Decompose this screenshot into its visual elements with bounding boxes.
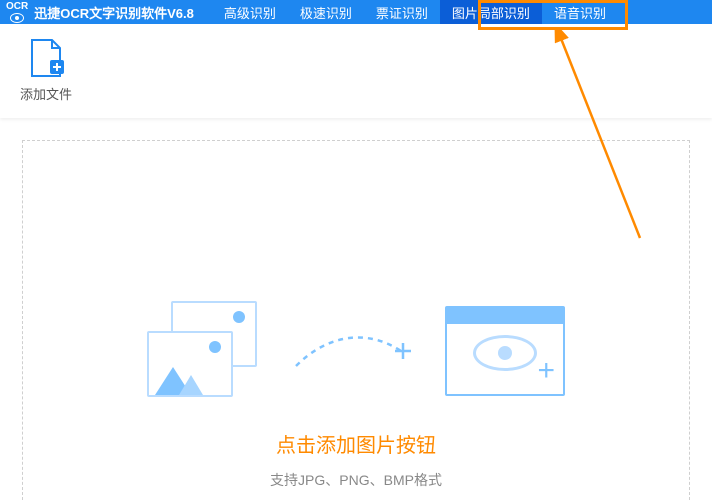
nav-item-partial-image[interactable]: 图片局部识别 bbox=[440, 0, 542, 24]
app-title: 迅捷OCR文字识别软件V6.8 bbox=[34, 3, 194, 22]
nav-item-advanced[interactable]: 高级识别 bbox=[212, 0, 288, 24]
cta-subtitle: 支持JPG、PNG、BMP格式 bbox=[270, 470, 442, 490]
drop-zone[interactable]: + 点击添加图片按钮 支持JPG、PNG、BMP格式 bbox=[22, 140, 690, 500]
add-file-label: 添加文件 bbox=[20, 84, 72, 103]
eye-icon bbox=[473, 335, 537, 371]
nav-item-voice[interactable]: 语音识别 bbox=[542, 0, 618, 24]
logo-text: OCR bbox=[6, 2, 28, 12]
main-area: + 点击添加图片按钮 支持JPG、PNG、BMP格式 bbox=[0, 118, 712, 500]
arrow-dashed-icon bbox=[291, 326, 421, 376]
nav-item-ticket[interactable]: 票证识别 bbox=[364, 0, 440, 24]
images-icon bbox=[147, 301, 267, 401]
nav-tabs: 高级识别 极速识别 票证识别 图片局部识别 语音识别 bbox=[212, 0, 618, 24]
illustration: + bbox=[147, 301, 565, 401]
toolbar: 添加文件 bbox=[0, 24, 712, 118]
cta-title: 点击添加图片按钮 bbox=[276, 429, 436, 458]
file-plus-icon bbox=[28, 38, 64, 78]
preview-card-icon: + bbox=[445, 306, 565, 396]
app-header: OCR 迅捷OCR文字识别软件V6.8 高级识别 极速识别 票证识别 图片局部识… bbox=[0, 0, 712, 24]
nav-item-fast[interactable]: 极速识别 bbox=[288, 0, 364, 24]
plus-icon: + bbox=[537, 356, 555, 386]
app-logo: OCR bbox=[0, 0, 34, 24]
eye-icon bbox=[10, 13, 24, 23]
add-file-button[interactable]: 添加文件 bbox=[20, 38, 72, 103]
